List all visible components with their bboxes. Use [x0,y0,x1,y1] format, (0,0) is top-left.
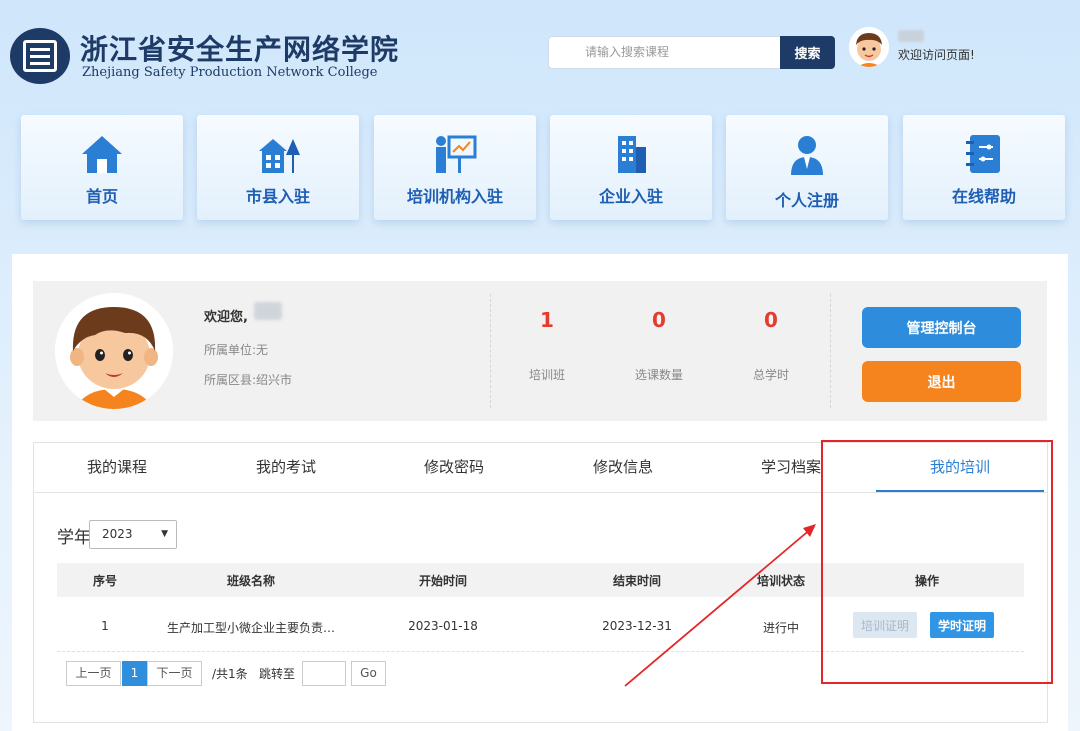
col-status: 培训状态 [756,574,805,588]
row-index: 1 [101,619,109,633]
col-index: 序号 [92,574,117,588]
nav-training[interactable]: 培训机构入驻 [374,115,536,220]
row-start: 2023-01-18 [408,619,478,633]
tab-my-courses[interactable]: 我的课程 [33,456,201,477]
tab-my-exams[interactable]: 我的考试 [202,456,370,477]
col-start: 开始时间 [418,574,467,588]
col-class-name: 班级名称 [226,574,275,588]
stat-courses-value: 0 [652,308,666,332]
jump-page-input[interactable] [302,661,346,686]
user-icon [791,136,823,175]
blurred-username [254,302,282,320]
col-actions: 操作 [914,574,939,588]
site-logo[interactable] [10,28,70,84]
site-title: 浙江省安全生产网络学院 [80,33,400,66]
row-class-name[interactable]: 生产加工型小微企业主要负责… [153,619,349,636]
stat-hours-value: 0 [764,308,778,332]
nav-home-label: 首页 [85,187,118,206]
year-select-value: 2023 [102,527,133,541]
logout-button[interactable]: 退出 [862,361,1021,402]
avatar-boy-icon [849,27,889,67]
nav-register[interactable]: 个人注册 [726,115,888,220]
total-count: /共1条 [212,667,248,681]
blurred-username [898,30,924,42]
nav-enterprise[interactable]: 企业入驻 [550,115,712,220]
divider [490,294,491,408]
nav-city-label: 市县入驻 [245,187,310,206]
search-button[interactable]: 搜索 [780,36,835,69]
user-avatar[interactable] [849,27,889,67]
row-status: 进行中 [762,621,799,635]
training-certificate-button[interactable]: 培训证明 [853,612,917,638]
nav-home[interactable]: 首页 [21,115,183,220]
avatar-boy-icon [55,293,173,409]
stat-classes-value: 1 [540,308,554,332]
active-tab-indicator [876,490,1044,492]
tab-change-password[interactable]: 修改密码 [370,456,538,477]
nav-city[interactable]: 市县入驻 [197,115,359,220]
city-building-icon [259,139,300,173]
prev-page-button[interactable]: 上一页 [66,661,121,686]
nav-training-label: 培训机构入驻 [406,187,503,206]
district-info: 所属区县:绍兴市 [204,373,293,387]
book-icon [23,40,57,72]
stat-courses-label: 选课数量 [634,368,683,382]
hours-certificate-button[interactable]: 学时证明 [930,612,994,638]
current-page[interactable]: 1 [122,661,147,686]
stat-hours-label: 总学时 [752,368,789,382]
year-select[interactable]: 2023 ▼ [89,520,177,549]
site-subtitle: Zhejiang Safety Production Network Colle… [82,65,378,80]
profile-avatar [55,293,173,409]
unit-info: 所属单位:无 [204,343,269,357]
search-input[interactable]: 请输入搜索课程 [548,36,781,69]
nav-register-label: 个人注册 [774,191,839,210]
row-divider [57,651,1024,652]
nav-enterprise-label: 企业入驻 [598,187,663,206]
year-label: 学年 [57,528,91,548]
stat-classes-label: 培训班 [528,368,565,382]
go-button[interactable]: Go [351,661,386,686]
presentation-icon [436,135,477,173]
console-button[interactable]: 管理控制台 [862,307,1021,348]
row-end: 2023-12-31 [602,619,672,633]
nav-help-label: 在线帮助 [951,187,1016,206]
jump-label: 跳转至 [259,667,296,681]
chevron-down-icon: ▼ [161,529,168,539]
home-icon [82,136,122,173]
tab-my-training[interactable]: 我的培训 [876,456,1044,477]
next-page-button[interactable]: 下一页 [147,661,202,686]
welcome-text: 欢迎访问页面! [898,48,975,62]
col-end: 结束时间 [612,574,661,588]
tab-learning-records[interactable]: 学习档案 [707,456,875,477]
divider [830,294,831,408]
tab-divider [33,492,1048,493]
office-building-icon [618,136,646,173]
welcome-user: 欢迎您, [204,310,248,325]
tab-edit-info[interactable]: 修改信息 [539,456,707,477]
help-notebook-icon [966,135,1000,173]
nav-help[interactable]: 在线帮助 [903,115,1065,220]
